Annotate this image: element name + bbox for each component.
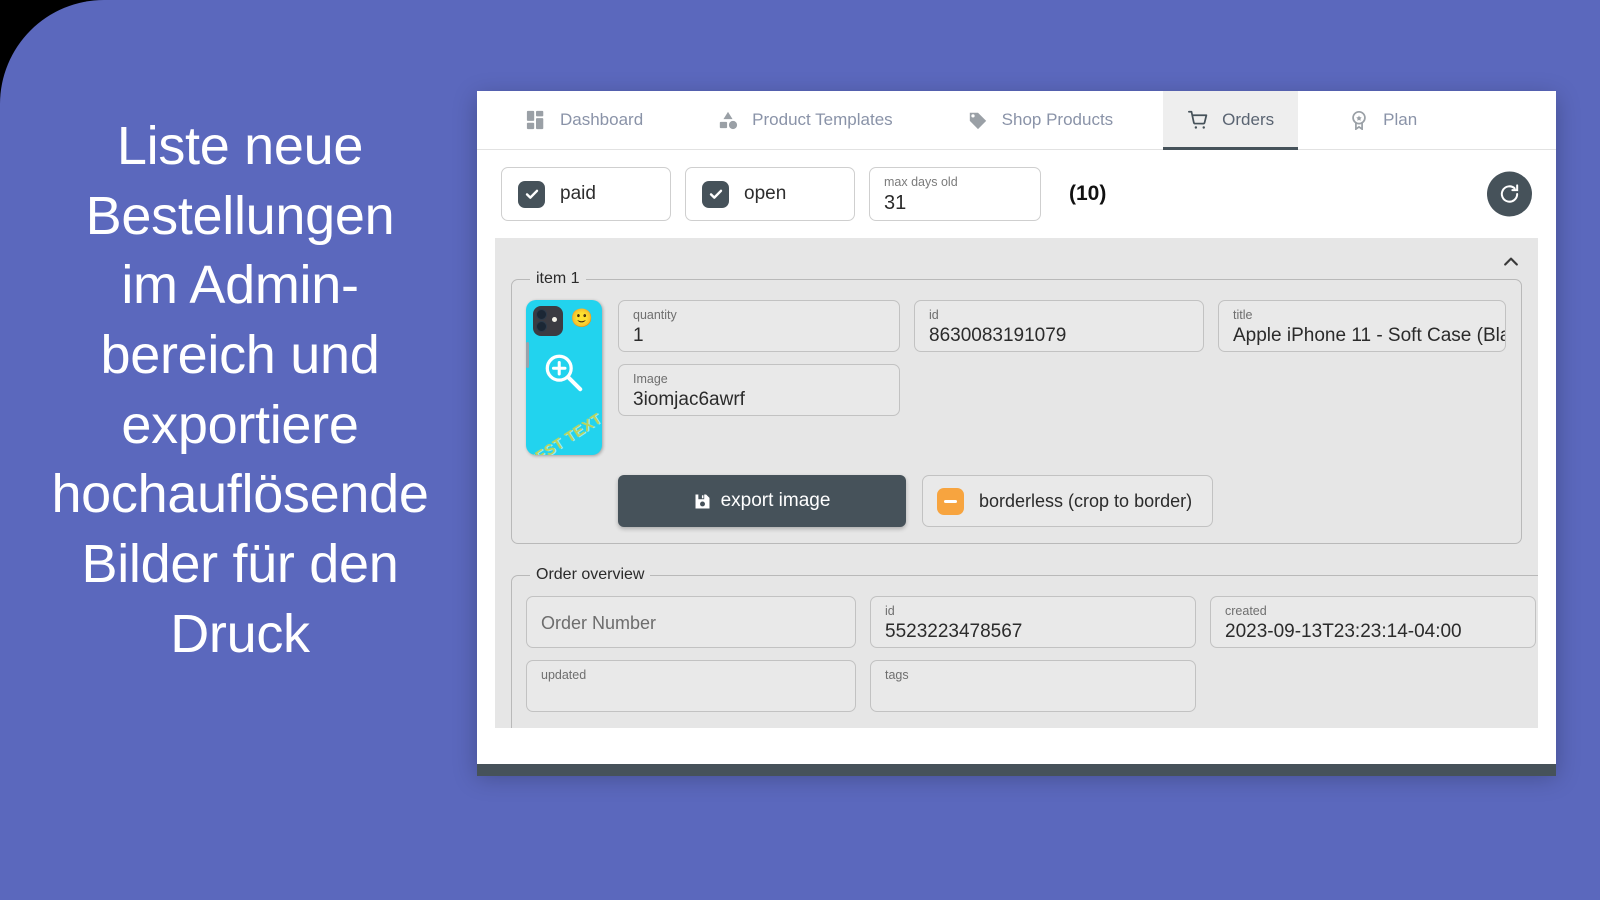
max-days-old-input[interactable]: max days old 31 [869,167,1041,221]
field-label: Image [633,372,668,386]
collapse-toggle[interactable] [1498,249,1524,275]
phone-side-button [526,342,529,368]
promo-headline: Liste neue Bestellungen im Admin- bereic… [51,116,429,664]
order-created-field[interactable]: created 2023-09-13T23:23:14-04:00 [1210,596,1536,648]
save-icon [695,494,710,508]
check-icon [518,180,545,208]
chevron-up-icon [1504,257,1518,266]
item-fields: quantity 1 id 8630083191079 title Apple … [618,300,1507,455]
field-value: 1 [633,325,644,346]
refresh-icon [1500,184,1519,203]
filter-bar: paid open max days old 31 (10) [477,150,1556,238]
camera-flash [552,317,557,322]
main-navigation: Dashboard Product Templates Shop Product… [477,91,1556,150]
overlay-text: TEST TEXT [526,410,602,455]
field-value: 5523223478567 [885,621,1023,642]
tab-orders[interactable]: Orders [1163,91,1299,150]
smiley-emoji: 🙂 [570,308,593,328]
field-label: created [1225,604,1267,618]
shapes-icon [717,109,739,131]
taskbar-strip [477,764,1556,776]
filter-paid[interactable]: paid [501,167,671,221]
field-value: Apple iPhone 11 - Soft Case (Bla [1233,325,1506,346]
field-label: tags [885,668,909,682]
item-legend: item 1 [536,270,580,287]
check-icon [702,180,729,208]
order-updated-field[interactable]: updated [526,660,856,712]
order-overview-group: Order overview Order Number id 552322347… [511,566,1538,728]
screenshot-stage: Liste neue Bestellungen im Admin- bereic… [0,0,1600,900]
tab-label: Orders [1222,110,1275,129]
field-placeholder: Order Number [541,613,657,633]
order-tags-field[interactable]: tags [870,660,1196,712]
tab-dashboard[interactable]: Dashboard [501,91,667,149]
item-group: item 1 🙂 TEST TEXT quantity 1 id 8630083… [511,270,1522,544]
field-label: max days old [884,175,958,189]
product-preview-icon[interactable]: 🙂 TEST TEXT [526,300,602,455]
field-label: title [1233,308,1253,322]
order-id-field[interactable]: id 5523223478567 [870,596,1196,648]
refresh-button[interactable] [1487,171,1532,217]
tag-icon [967,109,989,131]
field-value: 31 [884,192,907,214]
camera-lens [536,321,547,332]
tab-label: Shop Products [1001,110,1114,129]
camera-lens [536,309,547,320]
filter-open[interactable]: open [685,167,855,221]
field-label: id [929,308,939,322]
tab-product-templates[interactable]: Product Templates [693,91,916,149]
borderless-checkbox[interactable]: borderless (crop to border) [922,475,1214,527]
tab-label: Product Templates [752,110,893,129]
field-value: 2023-09-13T23:23:14-04:00 [1225,621,1462,642]
grid-icon [525,109,547,131]
item-title-field[interactable]: title Apple iPhone 11 - Soft Case (Bla [1218,300,1506,352]
filter-label: paid [560,183,596,204]
item-image-field[interactable]: Image 3iomjac6awrf [618,364,900,416]
field-label: id [885,604,895,618]
field-value: 3iomjac6awrf [633,389,745,410]
order-number-field[interactable]: Order Number [526,596,856,648]
app-window: Dashboard Product Templates Shop Product… [477,91,1556,771]
filter-label: open [744,183,787,204]
quantity-field[interactable]: quantity 1 [618,300,900,352]
borderless-label: borderless (crop to border) [979,490,1193,511]
export-image-button[interactable]: export image [618,475,906,527]
tab-label: Dashboard [560,110,644,129]
field-value: 8630083191079 [929,325,1067,346]
magnifier-plus-icon [545,354,583,392]
tab-label: Plan [1383,110,1418,129]
field-label: updated [541,668,587,682]
item-id-field[interactable]: id 8630083191079 [914,300,1204,352]
badge-icon [1348,109,1370,131]
button-label: export image [720,490,831,511]
cart-icon [1187,109,1209,131]
orders-content-panel: item 1 🙂 TEST TEXT quantity 1 id 8630083… [495,238,1538,728]
minus-icon [937,487,964,515]
field-label: quantity [633,308,677,322]
order-count: (10) [1069,182,1107,205]
tab-plan[interactable]: Plan [1324,91,1441,149]
order-overview-legend: Order overview [536,566,645,583]
tab-shop-products[interactable]: Shop Products [943,91,1138,149]
